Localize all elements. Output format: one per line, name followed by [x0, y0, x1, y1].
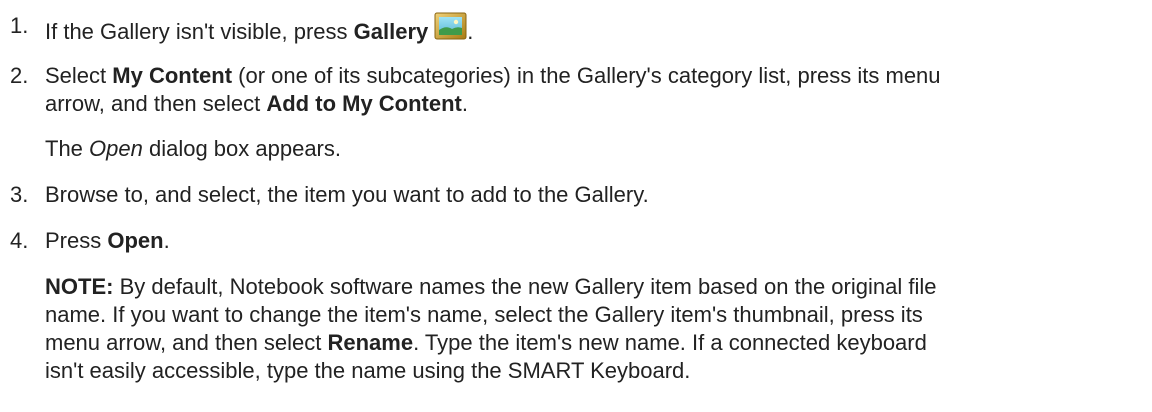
step-number: 3. — [10, 182, 29, 207]
instructions-document: 1. If the Gallery isn't visible, press G… — [0, 0, 1152, 412]
gallery-icon — [434, 12, 467, 40]
step-text: Press Open. — [45, 228, 170, 253]
note-text: NOTE: By default, Notebook software name… — [45, 274, 937, 383]
note-label: NOTE: — [45, 274, 114, 299]
result-text: The Open dialog box appears. — [45, 136, 341, 161]
step-text: Select My Content (or one of its subcate… — [45, 63, 941, 116]
step-number: 1. — [10, 13, 29, 38]
step-number: 4. — [10, 228, 29, 253]
gallery-label: Gallery — [353, 19, 429, 44]
step-number: 2. — [10, 63, 29, 88]
step-text: If the Gallery isn't visible, press Gall… — [45, 12, 1135, 46]
step-text: Browse to, and select, the item you want… — [45, 182, 649, 207]
